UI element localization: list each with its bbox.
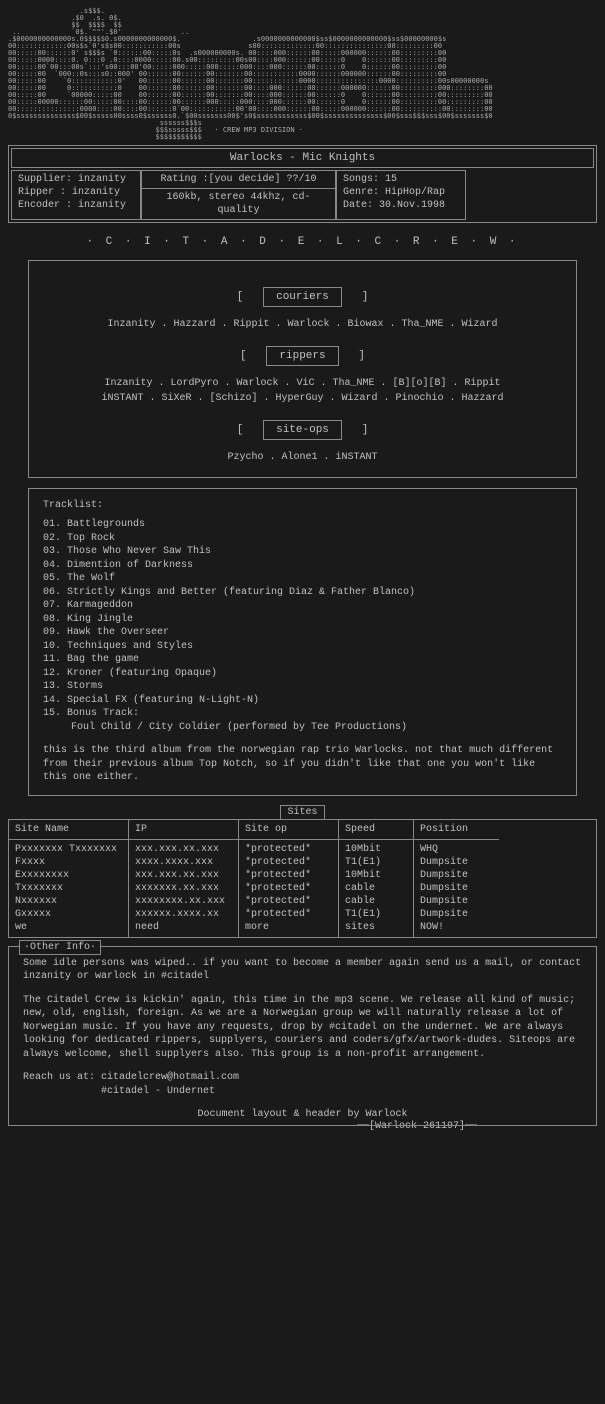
sites-cell: 10Mbit [345,843,407,856]
col-ip: IP [129,820,238,840]
ascii-logo: .s$$$. .$0 .s. 0$. $$ $$$$ $$ .. `0$.`""… [8,8,597,141]
sites-cell: Dumpsite [420,908,493,921]
sites-cell: Dumpsite [420,882,493,895]
track-item: 05. The Wolf [43,572,562,586]
track-item: 12. Kroner (featuring Opaque) [43,667,562,681]
sites-cell: Gxxxxx [15,908,122,921]
other-p1: Some idle persons was wiped.. if you wan… [23,957,582,984]
sites-cell: *protected* [245,895,332,908]
supplier-cell: Supplier: inzanity Ripper : inzanity Enc… [11,170,141,220]
sites-cell: T1(E1) [345,908,407,921]
sites-table: Site Name Pxxxxxxx TxxxxxxxFxxxxExxxxxxx… [8,819,597,938]
sites-cell: cable [345,895,407,908]
track-item: 04. Dimention of Darkness [43,559,562,573]
track-item: 02. Top Rock [43,532,562,546]
bonus-track-detail: Foul Child / City Coldier (performed by … [43,721,562,735]
sites-cell: WHQ [420,843,493,856]
sites-cell: *protected* [245,908,332,921]
release-note: this is the third album from the norwegi… [43,744,562,785]
track-item: 09. Hawk the Overseer [43,626,562,640]
rippers-label: [ rippers ] [49,346,556,366]
release-info-box: Warlocks - Mic Knights Supplier: inzanit… [8,145,597,223]
col-site-name: Site Name [9,820,128,840]
sites-cell: Txxxxxxx [15,882,122,895]
col-siteop: Site op [239,820,338,840]
release-title: Warlocks - Mic Knights [11,148,594,168]
sites-cell: xxx.xxx.xx.xxx [135,843,232,856]
other-info-label: ·Other Info· [19,940,101,955]
sites-cell: Dumpsite [420,856,493,869]
tracklist-title: Tracklist: [43,499,562,512]
other-p2: The Citadel Crew is kickin' again, this … [23,994,582,1062]
track-item: 03. Those Who Never Saw This [43,545,562,559]
sites-cell: NOW! [420,921,493,934]
track-item: 08. King Jingle [43,613,562,627]
sites-cell: xxx.xxx.xx.xxx [135,869,232,882]
sites-cell: Dumpsite [420,895,493,908]
sites-cell: xxxxxx.xxxx.xx [135,908,232,921]
sites-cell: need [135,921,232,934]
track-item: 15. Bonus Track: [43,707,562,721]
sites-cell: xxxxxxxx.xx.xxx [135,895,232,908]
siteops-list: Pzycho . Alone1 . iNSTANT [49,450,556,465]
sites-cell: *protected* [245,882,332,895]
sites-cell: xxxxxxx.xx.xxx [135,882,232,895]
rippers-list: Inzanity . LordPyro . Warlock . ViC . Th… [49,376,556,406]
track-item: 06. Strictly Kings and Better (featuring… [43,586,562,600]
crew-box: [ couriers ] Inzanity . Hazzard . Rippit… [28,260,577,479]
other-info-box: ·Other Info· Some idle persons was wiped… [8,946,597,1127]
siteops-label: [ site-ops ] [49,420,556,440]
sites-cell: Exxxxxxxx [15,869,122,882]
track-item: 01. Battlegrounds [43,518,562,532]
sites-cell: Pxxxxxxx Txxxxxxx [15,843,122,856]
tracklist-box: Tracklist: 01. Battlegrounds02. Top Rock… [28,488,577,796]
couriers-label: [ couriers ] [49,287,556,307]
sites-cell: sites [345,921,407,934]
sites-cell: *protected* [245,869,332,882]
track-item: 11. Bag the game [43,653,562,667]
sites-cell: xxxx.xxxx.xxx [135,856,232,869]
sites-cell: 10Mbit [345,869,407,882]
col-position: Position [414,820,499,840]
sites-cell: T1(E1) [345,856,407,869]
track-item: 07. Karmageddon [43,599,562,613]
sites-cell: *protected* [245,856,332,869]
col-speed: Speed [339,820,413,840]
rating-cell: Rating :[you decide] ??/10 160kb, stereo… [141,170,336,220]
contact-email: Reach us at: citadelcrew@hotmail.com [23,1071,582,1085]
doc-credit: Document layout & header by Warlock [23,1108,582,1121]
sites-cell: cable [345,882,407,895]
sites-cell: we [15,921,122,934]
sites-cell: Nxxxxxx [15,895,122,908]
sites-cell: more [245,921,332,934]
crew-header: · C · I · T · A · D · E · L · C · R · E … [8,235,597,249]
contact-irc: #citadel - Undernet [23,1085,582,1099]
sites-cell: *protected* [245,843,332,856]
sites-header: Sites [8,806,597,819]
track-item: 13. Storms [43,680,562,694]
track-item: 10. Techniques and Styles [43,640,562,654]
meta-cell: Songs: 15 Genre: HipHop/Rap Date: 30.Nov… [336,170,466,220]
couriers-list: Inzanity . Hazzard . Rippit . Warlock . … [49,317,556,332]
track-item: 14. Special FX (featuring N-Light-N) [43,694,562,708]
sites-cell: Dumpsite [420,869,493,882]
sites-cell: Fxxxx [15,856,122,869]
